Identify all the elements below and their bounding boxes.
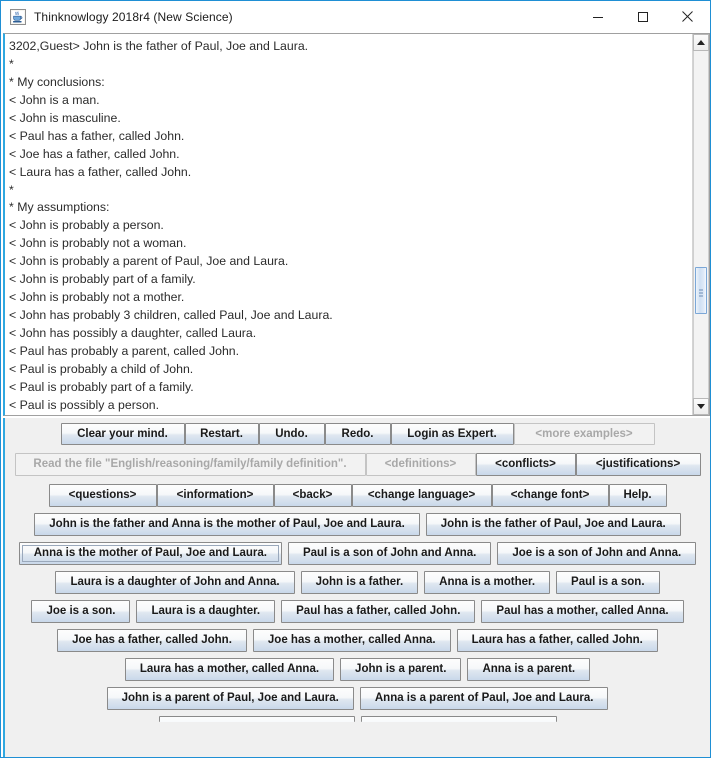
java-coffee-cup-icon [10,8,26,25]
session-button[interactable]: Restart. [184,423,259,445]
output-log: 3202,Guest> John is the father of Paul, … [5,34,692,415]
output-line: < Paul is probably a child of John. [9,361,194,376]
title-bar: Thinknowlogy 2018r4 (New Science) [1,1,710,33]
session-button: <more examples> [513,423,655,445]
command-button[interactable]: <conflicts> [475,453,576,476]
sentence-row: John is a parent of Paul, Joe and Laura.… [5,687,710,710]
toolbar-row-commands: Read the file "English/reasoning/family/… [5,453,710,476]
output-line: < John has possibly a daughter, called L… [9,326,257,340]
output-line: < Joe has a father, called John. [9,146,180,161]
output-line: * [9,182,14,197]
clipped-sentence-row [5,716,710,722]
output-line: * My assumptions: [9,200,110,215]
example-sentence-buttons: John is the father and Anna is the mothe… [5,513,710,710]
navigation-button[interactable]: <change font> [491,484,609,507]
minimize-button[interactable] [575,2,620,32]
sentence-button[interactable]: Anna is a parent. [467,658,591,681]
sentence-row: Laura has a mother, called Anna. John is … [5,658,710,681]
sentence-button[interactable]: Laura has a mother, called Anna. [124,658,335,681]
sentence-row: John is the father and Anna is the mothe… [5,513,710,536]
output-line: < John is probably not a mother. [9,290,185,305]
control-panel: Clear your mind. Restart. Undo. Redo. Login … [3,418,710,757]
session-button[interactable]: Clear your mind. [60,423,185,445]
sentence-button[interactable]: John is the father and Anna is the mothe… [34,513,420,536]
toolbar-row-session: Clear your mind. Restart. Undo. Redo. Login … [5,423,710,445]
sentence-button-clipped[interactable] [158,716,355,722]
session-button[interactable]: Redo. [324,423,391,445]
scrollbar-track[interactable] [693,51,709,398]
output-line: < John is probably not a woman. [9,236,187,251]
sentence-button[interactable]: Anna is a mother. [424,571,551,594]
sentence-button[interactable]: Joe has a mother, called Anna. [252,629,451,652]
application-window: Thinknowlogy 2018r4 (New Science) 3202,G… [0,0,711,758]
output-line: < Paul is possibly a person. [9,397,160,412]
sentence-button[interactable]: Paul has a mother, called Anna. [481,600,684,623]
scrollbar-thumb[interactable] [695,267,707,314]
close-button[interactable] [665,2,710,32]
toolbar-row-navigation: <questions> <information> <back> <change la… [5,484,710,507]
sentence-button[interactable]: John is a father. [300,571,419,594]
window-title: Thinknowlogy 2018r4 (New Science) [34,9,233,24]
output-line: * My conclusions: [9,74,105,89]
sentence-button[interactable]: Joe is a son of John and Anna. [497,542,697,565]
scroll-down-arrow-icon[interactable] [693,398,709,415]
output-vertical-scrollbar[interactable] [692,34,709,415]
navigation-button[interactable]: <questions> [48,484,157,507]
output-line: < Paul has a father, called John. [9,128,185,143]
sentence-button[interactable]: Paul is a son of John and Anna. [287,542,492,565]
sentence-row: Laura is a daughter of John and Anna. Joh… [5,571,710,594]
sentence-button[interactable]: Paul is a son. [556,571,660,594]
output-line: < John is a man. [9,92,100,107]
sentence-button[interactable]: Laura is a daughter of John and Anna. [55,571,295,594]
output-line: * [9,56,14,71]
command-button[interactable]: <justifications> [575,453,701,476]
output-line: < John is masculine. [9,110,121,125]
command-button: Read the file "English/reasoning/family/… [14,453,366,476]
sentence-button[interactable]: Laura is a daughter. [136,600,276,623]
scroll-up-arrow-icon[interactable] [693,34,709,51]
output-line: < Paul is probably part of a family. [9,379,194,394]
sentence-row: Joe has a father, called John. Joe has a … [5,629,710,652]
session-button[interactable]: Login as Expert. [390,423,514,445]
output-line: < John is probably part of a family. [9,272,196,287]
sentence-button[interactable]: Joe is a son. [31,600,131,623]
output-line: < John is probably a person. [9,218,164,233]
sentence-button[interactable]: Laura has a father, called John. [456,629,658,652]
session-button[interactable]: Undo. [258,423,325,445]
sentence-button[interactable]: Paul has a father, called John. [281,600,476,623]
output-line: < Laura has a father, called John. [9,164,192,179]
navigation-button[interactable]: <back> [273,484,352,507]
output-line: < John has probably 3 children, called P… [9,308,333,323]
output-line: < Paul has probably a parent, called Joh… [9,343,240,358]
output-line: 3202,Guest> John is the father of Paul, … [9,39,309,53]
sentence-button[interactable]: John is a parent. [340,658,462,681]
sentence-button-clipped[interactable] [360,716,557,722]
output-line: < John is probably a parent of Paul, Joe… [9,254,289,269]
sentence-button[interactable]: Joe has a father, called John. [57,629,247,652]
sentence-row: Joe is a son. Laura is a daughter. Paul ha… [5,600,710,623]
command-button: <definitions> [365,453,476,476]
maximize-button[interactable] [620,2,665,32]
sentence-button[interactable]: Anna is a parent of Paul, Joe and Laura. [359,687,609,710]
navigation-button[interactable]: Help. [608,484,667,507]
sentence-button[interactable]: John is the father of Paul, Joe and Laur… [425,513,681,536]
navigation-button[interactable]: <information> [156,484,274,507]
sentence-button[interactable]: Anna is the mother of Paul, Joe and Laur… [18,542,282,565]
output-text-area[interactable]: 3202,Guest> John is the father of Paul, … [3,33,710,416]
scrollbar-grip-icon [699,287,703,296]
sentence-button[interactable]: John is a parent of Paul, Joe and Laura. [106,687,354,710]
sentence-row: Anna is the mother of Paul, Joe and Laur… [5,542,710,565]
navigation-button[interactable]: <change language> [351,484,492,507]
